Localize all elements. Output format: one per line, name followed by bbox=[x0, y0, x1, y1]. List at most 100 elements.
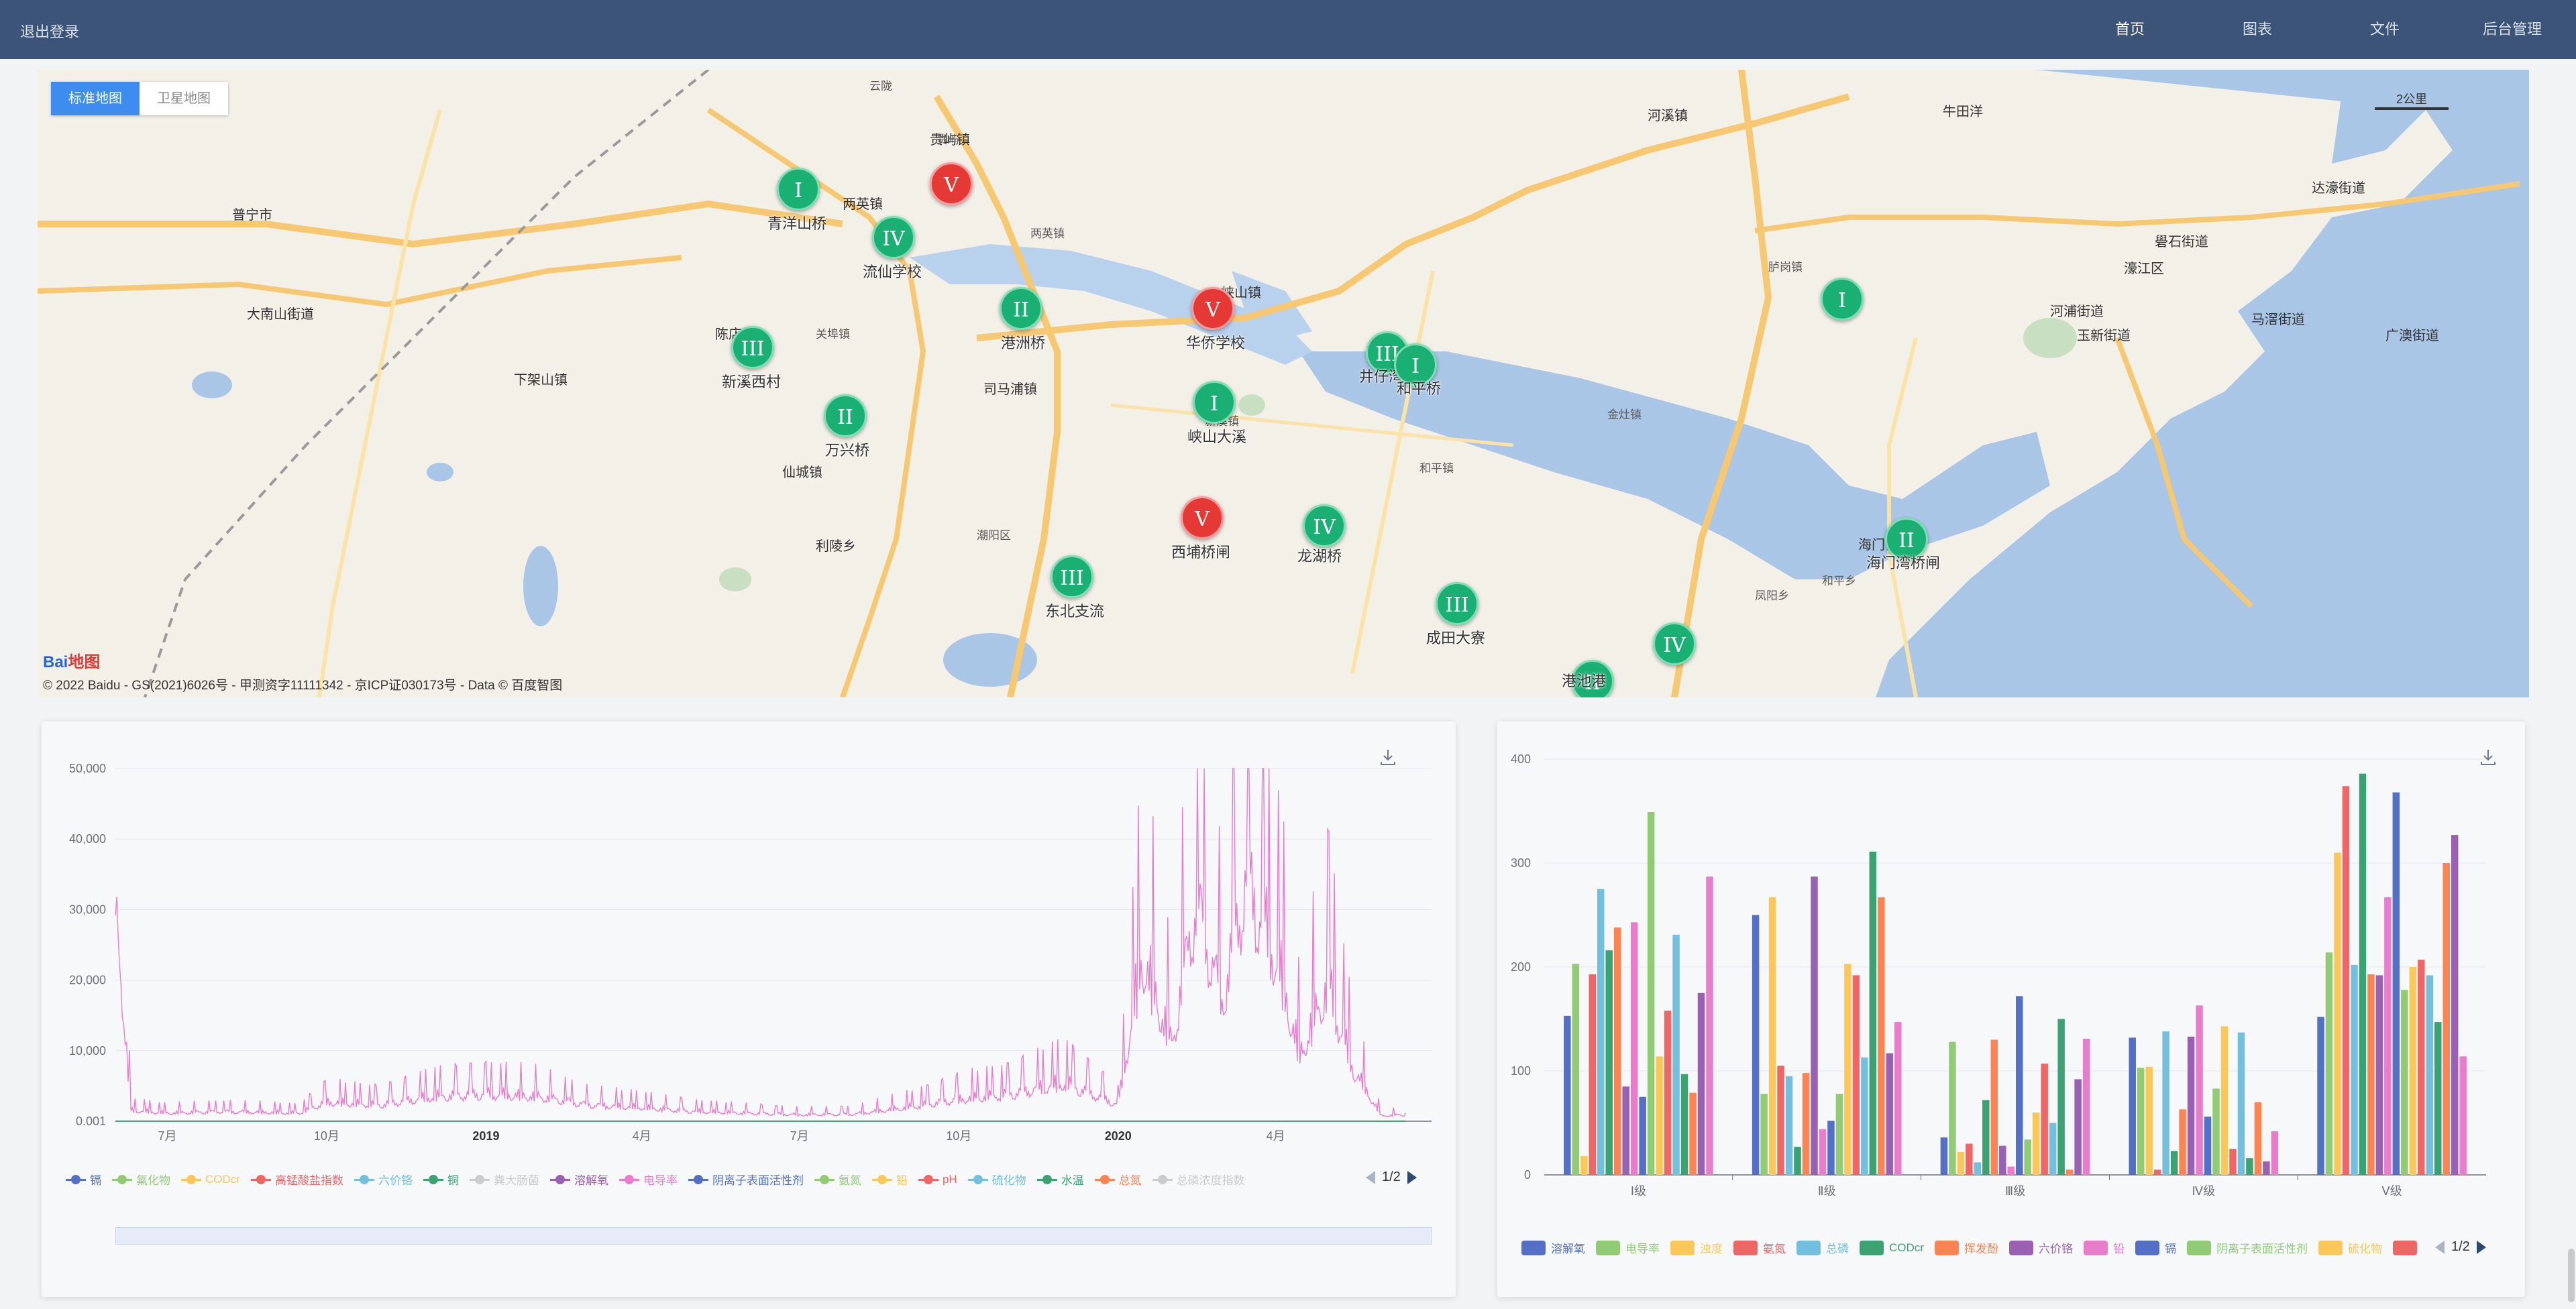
legend-swatch bbox=[1796, 1240, 1821, 1255]
bar-chart[interactable]: 400 300 200 100 0 Ⅰ级 Ⅱ级 Ⅲ级 Ⅳ级 Ⅴ级 bbox=[1497, 722, 2525, 1297]
legend-item[interactable]: 总磷 bbox=[1796, 1239, 1849, 1256]
station-marker[interactable]: III bbox=[1051, 555, 1093, 598]
x-tick-label: Ⅰ级 bbox=[1631, 1184, 1646, 1198]
legend-next-arrow-icon[interactable] bbox=[2476, 1240, 2486, 1254]
station-marker[interactable]: III bbox=[731, 326, 774, 369]
download-icon[interactable] bbox=[2478, 747, 2498, 767]
legend-item[interactable]: 镉 bbox=[2135, 1239, 2176, 1256]
legend-item[interactable]: 氨氮 bbox=[1733, 1239, 1786, 1256]
legend-item[interactable]: 硫化物 bbox=[2318, 1239, 2382, 1256]
legend-item[interactable]: 阴离子表面活性剂 bbox=[2186, 1239, 2308, 1256]
bar bbox=[1647, 812, 1655, 1175]
station-marker[interactable]: I bbox=[1821, 278, 1864, 321]
legend-item[interactable] bbox=[2392, 1240, 2422, 1255]
legend-swatch bbox=[1036, 1174, 1057, 1184]
legend-item[interactable]: 铅 bbox=[2083, 1239, 2125, 1256]
legend-swatch bbox=[250, 1174, 271, 1184]
legend-swatch bbox=[549, 1174, 570, 1184]
x-tick-label: 10月 bbox=[946, 1129, 971, 1143]
legend-item[interactable]: 总氮 bbox=[1094, 1171, 1142, 1188]
place-label: 玉新街道 bbox=[2077, 329, 2131, 343]
bar bbox=[2237, 1032, 2245, 1175]
bar bbox=[2212, 1088, 2220, 1175]
bar bbox=[2057, 1019, 2065, 1175]
bar bbox=[2145, 1066, 2153, 1175]
legend-item[interactable]: 氨氮 bbox=[814, 1171, 861, 1188]
station-marker[interactable]: V bbox=[1181, 496, 1224, 539]
legend-label: 电导率 bbox=[1625, 1243, 1660, 1255]
bar bbox=[1999, 1145, 2006, 1175]
legend-swatch bbox=[1596, 1240, 1620, 1255]
bar bbox=[2049, 1123, 2057, 1175]
legend-item[interactable]: 铜 bbox=[423, 1171, 459, 1188]
bar bbox=[2016, 996, 2023, 1175]
bar bbox=[1852, 975, 1860, 1175]
station-marker[interactable]: II bbox=[1000, 287, 1042, 330]
station-marker[interactable]: IV bbox=[1303, 504, 1346, 547]
legend-next-arrow-icon[interactable] bbox=[1407, 1170, 1417, 1184]
legend-item[interactable]: 溶解氧 bbox=[1521, 1239, 1585, 1256]
legend-prev-arrow-icon[interactable] bbox=[1366, 1170, 1375, 1184]
bar bbox=[2082, 1038, 2090, 1175]
station-marker[interactable]: I bbox=[777, 168, 820, 211]
bar bbox=[1982, 1100, 1990, 1175]
download-icon[interactable] bbox=[1378, 747, 1398, 767]
legend-item[interactable]: pH bbox=[918, 1173, 957, 1186]
legend-label: 挥发酚 bbox=[1964, 1243, 1998, 1255]
legend-item[interactable]: 挥发酚 bbox=[1934, 1239, 1998, 1256]
station-marker[interactable]: III bbox=[1436, 582, 1479, 625]
logout-link[interactable]: 退出登录 bbox=[20, 20, 79, 42]
bar bbox=[2041, 1064, 2048, 1175]
legend-item[interactable]: 硫化物 bbox=[967, 1171, 1026, 1188]
data-zoom-slider[interactable] bbox=[115, 1227, 1432, 1245]
station-marker[interactable]: V bbox=[930, 162, 973, 205]
satellite-map-button[interactable]: 卫星地图 bbox=[140, 82, 228, 115]
place-label: 和平镇 bbox=[1419, 462, 1454, 475]
water-quality-map[interactable]: 标准地图 卫星地图 2公里 普宁市 大南山街道 下架山镇 陈店镇 司马浦镇 仙城… bbox=[38, 70, 2529, 697]
page-scrollbar[interactable] bbox=[2568, 1249, 2575, 1302]
bar bbox=[1760, 1094, 1768, 1175]
bar bbox=[1886, 1053, 1894, 1175]
nav-files[interactable]: 文件 bbox=[2321, 0, 2449, 59]
legend-item[interactable]: 镉 bbox=[66, 1171, 101, 1188]
bar bbox=[2434, 1022, 2442, 1175]
station-marker[interactable]: I bbox=[1193, 381, 1236, 424]
line-chart[interactable]: 50,000 40,000 30,000 20,000 10,000 0.001 7月 10月… bbox=[42, 722, 1456, 1297]
bar bbox=[1613, 927, 1621, 1175]
legend-item[interactable]: 六价铬 bbox=[2008, 1239, 2073, 1256]
legend-item[interactable]: 电导率 bbox=[1596, 1239, 1660, 1256]
legend-item[interactable]: 粪大肠菌 bbox=[469, 1171, 539, 1188]
legend-swatch bbox=[918, 1174, 938, 1184]
legend-item[interactable]: CODcr bbox=[181, 1173, 240, 1186]
nav-charts[interactable]: 图表 bbox=[2194, 0, 2321, 59]
y-tick-label: 200 bbox=[1511, 960, 1531, 974]
legend-item[interactable]: 电导率 bbox=[619, 1171, 678, 1188]
standard-map-button[interactable]: 标准地图 bbox=[51, 82, 140, 115]
station-label: 西埔桥闸 bbox=[1171, 545, 1231, 561]
legend-label: 镉 bbox=[2164, 1243, 2176, 1255]
place-label: 达濠街道 bbox=[2312, 181, 2365, 196]
station-marker[interactable]: II bbox=[824, 394, 867, 437]
legend-label: 铜 bbox=[447, 1174, 459, 1187]
legend-item[interactable]: 总磷浓度指数 bbox=[1152, 1171, 1245, 1188]
legend-item[interactable]: 铅 bbox=[871, 1171, 908, 1188]
legend-item[interactable]: 六价铬 bbox=[354, 1171, 413, 1188]
nav-home[interactable]: 首页 bbox=[2066, 0, 2194, 59]
bar bbox=[2246, 1158, 2253, 1175]
legend-item[interactable]: 溶解氧 bbox=[549, 1171, 608, 1188]
bar bbox=[1990, 1039, 1998, 1175]
legend-item[interactable]: 阴离子表面活性剂 bbox=[688, 1171, 804, 1188]
nav-admin[interactable]: 后台管理 bbox=[2449, 0, 2576, 59]
legend-item[interactable]: CODcr bbox=[1860, 1240, 1924, 1255]
legend-swatch bbox=[469, 1174, 490, 1184]
place-label: 礐石街道 bbox=[2155, 235, 2208, 249]
bar bbox=[2367, 974, 2375, 1175]
station-marker[interactable]: IV bbox=[1653, 622, 1696, 665]
legend-item[interactable]: 浊度 bbox=[1670, 1239, 1723, 1256]
legend-item[interactable]: 高锰酸盐指数 bbox=[250, 1171, 343, 1188]
legend-item[interactable]: 水温 bbox=[1036, 1171, 1084, 1188]
station-marker[interactable]: IV bbox=[872, 216, 915, 259]
station-marker[interactable]: V bbox=[1191, 287, 1234, 330]
legend-item[interactable]: 氟化物 bbox=[112, 1171, 170, 1188]
legend-prev-arrow-icon[interactable] bbox=[2435, 1240, 2445, 1254]
